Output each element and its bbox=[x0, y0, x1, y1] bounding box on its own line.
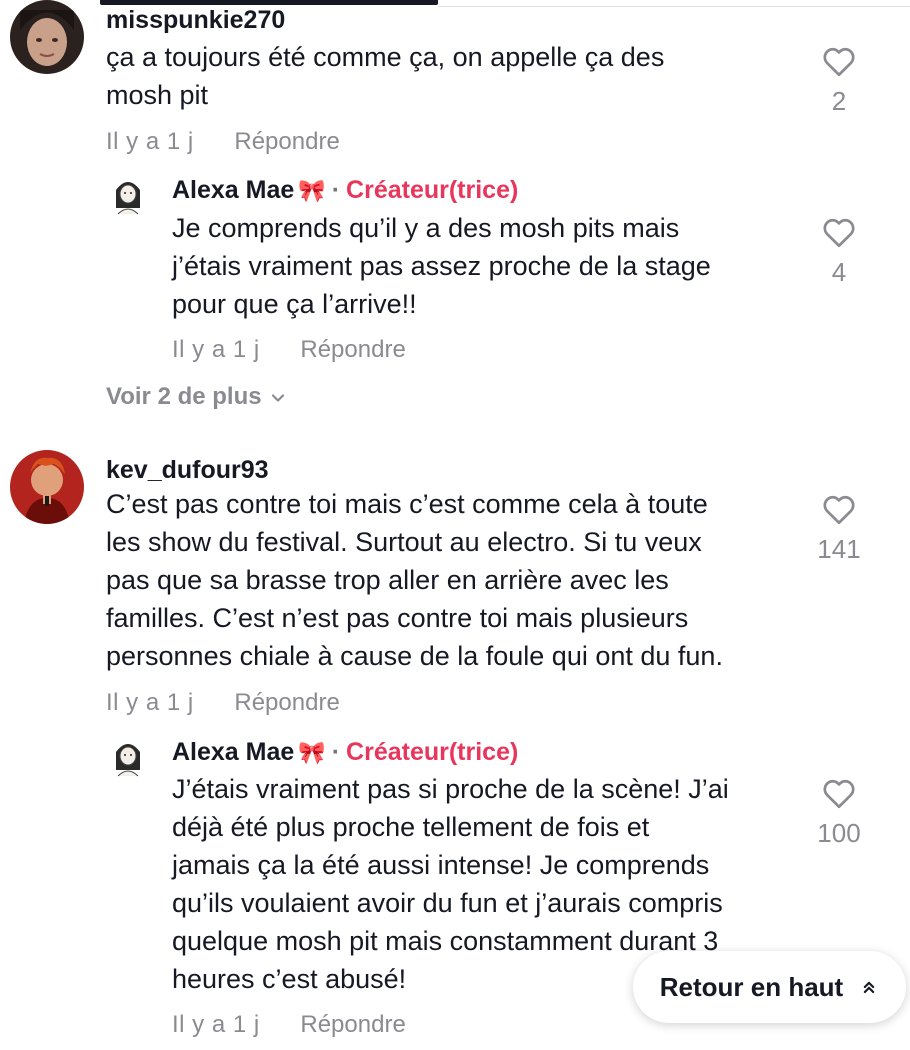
view-more-replies-button[interactable]: Voir 2 de plus bbox=[106, 383, 288, 411]
comment-item: misspunkie270 ça a toujours été comme ça… bbox=[0, 0, 910, 170]
reply-item: Alexa Mae 🎀 · Créateur(trice) Je comprends … bbox=[0, 170, 910, 370]
chevron-down-icon bbox=[271, 394, 284, 402]
heart-outline-icon bbox=[823, 495, 855, 525]
separator-dot: · bbox=[331, 738, 341, 766]
reply-text-line: J’étais vraiment pas si proche de la scè… bbox=[172, 774, 729, 804]
comment-username[interactable]: misspunkie270 bbox=[106, 6, 285, 35]
avatar-sketch bbox=[106, 736, 150, 780]
comment-text-line: C’est pas contre toi mais c’est comme ce… bbox=[106, 489, 708, 519]
avatar-sketch bbox=[106, 174, 150, 218]
reply-header: Alexa Mae 🎀 · Créateur(trice) bbox=[172, 176, 518, 205]
creator-badge: Créateur(trice) bbox=[346, 176, 519, 204]
avatar[interactable] bbox=[106, 736, 150, 780]
like-count: 2 bbox=[831, 86, 847, 116]
like-count: 100 bbox=[817, 818, 861, 848]
avatar-photo bbox=[10, 450, 84, 524]
reply-text-line: qu’ils voulaient avoir du fun et j’aurai… bbox=[172, 888, 723, 918]
comment-text-line: mosh pit bbox=[106, 80, 209, 110]
reply-text-line: quelque mosh pit mais constamment durant… bbox=[172, 926, 719, 956]
reply-username[interactable]: Alexa Mae bbox=[172, 176, 294, 204]
comment-text-line: ça a toujours été comme ça, on appelle ç… bbox=[106, 42, 665, 72]
reply-button[interactable]: Répondre bbox=[234, 128, 339, 155]
comment-text-line: familles. C’est n’est pas contre toi mai… bbox=[106, 603, 689, 633]
comment-timestamp: Il y a 1 j bbox=[106, 689, 194, 716]
avatar-photo bbox=[10, 0, 84, 74]
avatar[interactable] bbox=[10, 0, 84, 74]
comment-text-line: personnes chiale à cause de la foule qui… bbox=[106, 641, 723, 671]
reply-text: Je comprends qu’il y a des mosh pits mai… bbox=[172, 209, 711, 323]
like-count: 141 bbox=[817, 534, 861, 564]
like-button[interactable]: 2 bbox=[799, 44, 879, 117]
comment-text: ça a toujours été comme ça, on appelle ç… bbox=[106, 38, 664, 114]
like-button[interactable]: 4 bbox=[799, 215, 879, 288]
reply-username[interactable]: Alexa Mae bbox=[172, 738, 294, 766]
reply-header: Alexa Mae 🎀 · Créateur(trice) bbox=[172, 738, 518, 767]
reply-meta: Il y a 1 j Répondre bbox=[172, 1011, 406, 1039]
reply-timestamp: Il y a 1 j bbox=[172, 336, 260, 363]
heart-outline-icon bbox=[823, 779, 855, 809]
reply-text-line: Je comprends qu’il y a des mosh pits mai… bbox=[172, 213, 680, 243]
comment-timestamp: Il y a 1 j bbox=[106, 128, 194, 155]
like-button[interactable]: 100 bbox=[799, 776, 879, 849]
separator-dot: · bbox=[331, 176, 341, 204]
comment-text: C’est pas contre toi mais c’est comme ce… bbox=[106, 485, 723, 675]
comment-item: kev_dufour93 C’est pas contre toi mais c… bbox=[0, 450, 910, 730]
reply-timestamp: Il y a 1 j bbox=[172, 1011, 260, 1038]
reply-text-line: jamais ça la été aussi intense! Je compr… bbox=[172, 850, 710, 880]
back-to-top-label: Retour en haut bbox=[659, 971, 844, 1002]
bow-badge: 🎀 bbox=[298, 740, 326, 765]
bow-badge: 🎀 bbox=[298, 178, 326, 203]
double-chevron-up-icon bbox=[863, 981, 875, 994]
back-to-top-button[interactable]: Retour en haut bbox=[633, 951, 906, 1023]
reply-text-line: j’étais vraiment pas assez proche de la … bbox=[172, 251, 711, 281]
heart-outline-icon bbox=[823, 47, 855, 77]
reply-button[interactable]: Répondre bbox=[300, 1011, 405, 1038]
comment-meta: Il y a 1 j Répondre bbox=[106, 128, 340, 156]
creator-badge: Créateur(trice) bbox=[346, 738, 519, 766]
comment-meta: Il y a 1 j Répondre bbox=[106, 689, 340, 717]
like-button[interactable]: 141 bbox=[799, 492, 879, 565]
comment-text-line: pas que sa brasse trop aller en arrière … bbox=[106, 565, 669, 595]
reply-text-line: pour que ça l’arrive!! bbox=[172, 289, 417, 319]
like-count: 4 bbox=[831, 257, 847, 287]
comment-username[interactable]: kev_dufour93 bbox=[106, 456, 269, 485]
avatar[interactable] bbox=[106, 174, 150, 218]
reply-button[interactable]: Répondre bbox=[234, 689, 339, 716]
reply-meta: Il y a 1 j Répondre bbox=[172, 336, 406, 364]
view-more-label: Voir 2 de plus bbox=[106, 383, 262, 410]
avatar[interactable] bbox=[10, 450, 84, 524]
heart-outline-icon bbox=[823, 218, 855, 248]
comment-text-line: les show du festival. Surtout au electro… bbox=[106, 527, 702, 557]
reply-button[interactable]: Répondre bbox=[300, 336, 405, 363]
reply-text-line: déjà été plus proche tellement de fois e… bbox=[172, 812, 650, 842]
